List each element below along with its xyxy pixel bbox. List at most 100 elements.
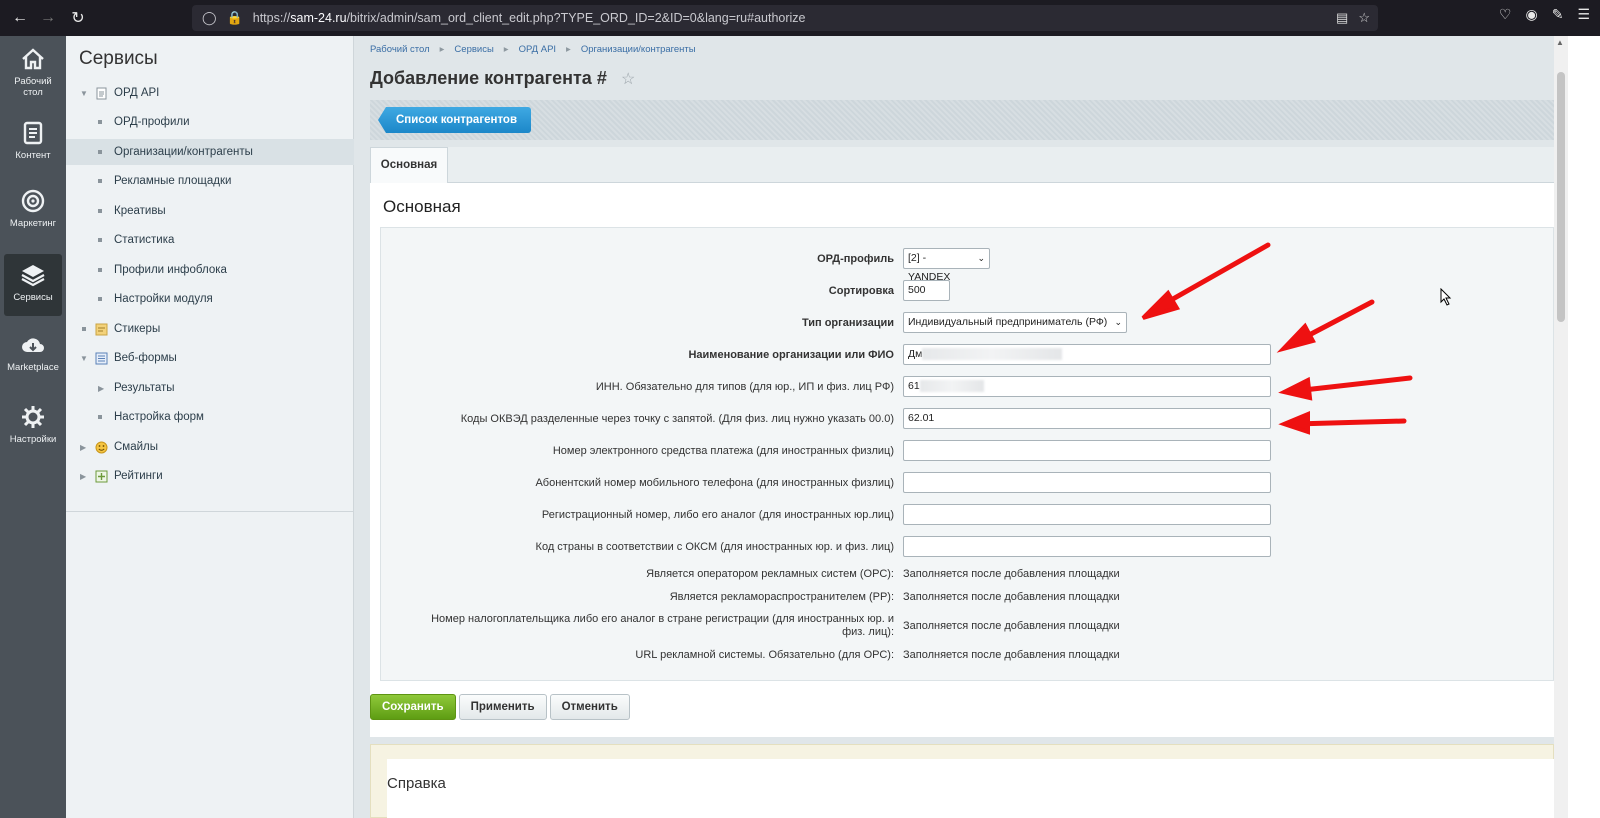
expand-right-icon[interactable]: ▶: [80, 443, 86, 452]
sort-input[interactable]: 500: [903, 280, 950, 301]
menu-item-iblock-profiles[interactable]: Профили инфоблока: [66, 257, 354, 283]
menu-item-label: ОРД-профили: [114, 116, 190, 128]
rating-icon: [95, 470, 108, 482]
reload-icon[interactable]: ↻: [66, 6, 90, 30]
page-title: Добавление контрагента #: [370, 68, 607, 88]
back-icon[interactable]: ←: [8, 6, 32, 30]
cancel-button[interactable]: Отменить: [549, 694, 630, 720]
expand-right-icon[interactable]: ▶: [80, 472, 86, 481]
field-label: ИНН. Обязательно для типов (для юр., ИП …: [595, 381, 894, 393]
menu-title: Сервисы: [79, 48, 158, 69]
form-icon: [95, 352, 108, 364]
rail-item-marketplace[interactable]: Marketplace: [4, 332, 62, 373]
input-value: 61: [908, 380, 920, 392]
menu-item-ord-api[interactable]: ▼ ОРД API: [66, 80, 354, 106]
page-icon: [96, 87, 107, 99]
select-value: [2] - YANDEX: [908, 252, 951, 283]
rail-item-content[interactable]: Контент: [4, 120, 62, 161]
menu-item-label: Рейтинги: [114, 470, 163, 482]
field-label: Регистрационный номер, либо его аналог (…: [541, 509, 894, 521]
menu-item-form-settings[interactable]: Настройка форм: [66, 404, 354, 430]
bookmark-star-icon[interactable]: ☆: [1358, 10, 1370, 26]
regnum-input[interactable]: [903, 504, 1271, 525]
rail-item-settings[interactable]: Настройки: [4, 404, 62, 445]
field-label: Наименование организации или ФИО: [688, 349, 894, 361]
rr-value: Заполняется после добавления площадки: [903, 591, 1120, 603]
chevron-down-icon: ⌄: [977, 253, 985, 263]
bullet-icon: [98, 238, 102, 242]
menu-item-ord-profiles[interactable]: ОРД-профили: [66, 109, 354, 135]
apply-button[interactable]: Применить: [458, 694, 547, 720]
lock-icon: 🔒: [226, 10, 243, 25]
field-label: Код страны в соответствии с ОКСМ (для ин…: [535, 541, 894, 553]
menu-item-statistics[interactable]: Статистика: [66, 227, 354, 253]
ors-value: Заполняется после добавления площадки: [903, 568, 1120, 580]
scroll-up-icon[interactable]: ▲: [1556, 38, 1564, 47]
rail-label: Маркетинг: [9, 218, 57, 229]
breadcrumb: Рабочий стол ▸ Сервисы ▸ ОРД API ▸ Организа…: [370, 44, 696, 55]
app-menu-icon[interactable]: ☰: [1577, 6, 1590, 23]
menu-item-ratings[interactable]: ▶ Рейтинги: [66, 463, 354, 489]
forward-icon[interactable]: →: [36, 6, 60, 30]
tab-main[interactable]: Основная: [370, 147, 448, 183]
extensions-icon[interactable]: ✎: [1552, 6, 1564, 23]
pocket-icon[interactable]: ♡: [1499, 6, 1512, 23]
rail-label: Marketplace: [7, 362, 59, 373]
menu-item-label: Настройка форм: [114, 411, 204, 423]
rail-item-marketing[interactable]: Маркетинг: [4, 188, 62, 229]
gear-icon: [22, 406, 44, 428]
menu-item-web-forms[interactable]: ▼ Веб-формы: [66, 345, 354, 371]
menu-item-ad-platforms[interactable]: Рекламные площадки: [66, 168, 354, 194]
vertical-scrollbar[interactable]: ▲: [1554, 36, 1568, 818]
save-button[interactable]: Сохранить: [370, 694, 456, 720]
bullet-icon: [98, 268, 102, 272]
url-text: https://sam-24.ru/bitrix/admin/sam_ord_c…: [252, 11, 806, 25]
services-menu: Сервисы ▼ ОРД API ОРД-профили Организаци…: [66, 36, 354, 818]
home-icon: [22, 48, 44, 70]
epay-input[interactable]: [903, 440, 1271, 461]
breadcrumb-link-services[interactable]: Сервисы: [454, 44, 493, 55]
menu-item-creatives[interactable]: Креативы: [66, 198, 354, 224]
org-type-select[interactable]: Индивидуальный предприниматель (РФ) ⌄: [903, 312, 1127, 333]
reader-view-icon[interactable]: ▤: [1336, 10, 1348, 26]
menu-item-label: Настройки модуля: [114, 293, 213, 305]
expand-right-icon[interactable]: ▶: [98, 384, 104, 393]
menu-item-module-settings[interactable]: Настройки модуля: [66, 286, 354, 312]
inn-input[interactable]: 61: [903, 376, 1271, 397]
help-block: Справка: [370, 744, 1555, 818]
menu-item-results[interactable]: ▶ Результаты: [66, 375, 354, 401]
menu-item-smiles[interactable]: ▶ Смайлы: [66, 434, 354, 460]
menu-item-label: Рекламные площадки: [114, 175, 232, 187]
account-icon[interactable]: ◉: [1525, 6, 1537, 23]
menu-item-label: Креативы: [114, 205, 166, 217]
expand-down-icon[interactable]: ▼: [80, 89, 88, 98]
oksm-input[interactable]: [903, 536, 1271, 557]
menu-item-stickers[interactable]: Стикеры: [66, 316, 354, 342]
phone-input[interactable]: [903, 472, 1271, 493]
menu-item-label: Организации/контрагенты: [114, 146, 253, 158]
admin-rail: Рабочий стол Контент Маркетинг Сервисы M…: [0, 36, 66, 818]
menu-item-organizations[interactable]: Организации/контрагенты: [66, 139, 354, 165]
rail-label: Контент: [15, 150, 51, 161]
rail-label: Настройки: [9, 434, 57, 445]
ord-profile-select[interactable]: [2] - YANDEX ⌄: [903, 248, 990, 283]
breadcrumb-link-ord-api[interactable]: ОРД API: [519, 44, 556, 55]
expand-down-icon[interactable]: ▼: [80, 354, 88, 363]
rail-item-desktop[interactable]: Рабочий стол: [4, 46, 62, 98]
favorite-star-icon[interactable]: ☆: [621, 69, 635, 89]
rail-item-services[interactable]: Сервисы: [4, 254, 62, 316]
context-toolbar: Список контрагентов: [370, 100, 1554, 140]
okved-input[interactable]: 62.01: [903, 408, 1271, 429]
breadcrumb-separator-icon: ▸: [439, 44, 445, 55]
menu-item-label: Профили инфоблока: [114, 264, 227, 276]
client-list-button[interactable]: Список контрагентов: [378, 107, 532, 133]
org-name-input[interactable]: Дм: [903, 344, 1271, 365]
main-content: Рабочий стол ▸ Сервисы ▸ ОРД API ▸ Организа…: [354, 36, 1555, 818]
form-actions: Сохранить Применить Отменить: [370, 694, 630, 720]
scrollbar-thumb[interactable]: [1557, 72, 1565, 322]
breadcrumb-link-organizations[interactable]: Организации/контрагенты: [581, 44, 696, 55]
taxnum-value: Заполняется после добавления площадки: [903, 620, 1120, 632]
address-bar[interactable]: ◯ 🔒 https://sam-24.ru/bitrix/admin/sam_o…: [192, 5, 1378, 31]
field-label: Абонентский номер мобильного телефона (д…: [535, 477, 894, 489]
breadcrumb-link-desktop[interactable]: Рабочий стол: [370, 44, 430, 55]
